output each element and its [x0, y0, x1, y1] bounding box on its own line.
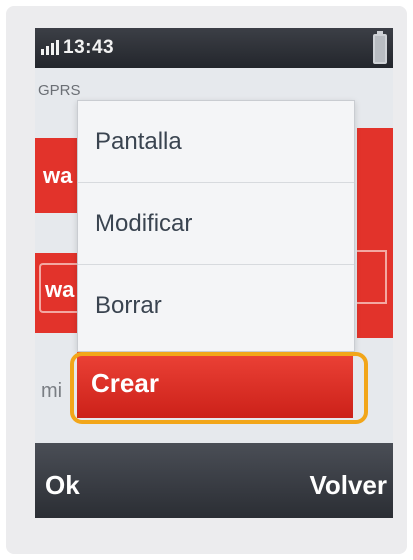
options-menu: Pantalla Modificar Borrar: [77, 100, 355, 352]
menu-item-borrar[interactable]: Borrar: [78, 265, 354, 347]
background-item-text: wa: [43, 163, 73, 188]
softkey-bar: Ok Volver: [35, 443, 393, 518]
network-label: GPRS: [38, 82, 81, 99]
selection-highlight-outline: [70, 352, 368, 424]
status-bar: 13:43: [35, 28, 393, 68]
background-list-item-right: [357, 128, 393, 338]
battery-icon: [373, 31, 387, 64]
back-softkey[interactable]: Volver: [309, 470, 387, 501]
signal-strength-icon: [41, 40, 59, 55]
background-list-item: wa: [35, 253, 83, 333]
background-list-item: wa: [35, 138, 83, 213]
background-item-text: mi: [41, 380, 63, 402]
menu-item-pantalla[interactable]: Pantalla: [78, 101, 354, 183]
background-item-field: [357, 250, 387, 304]
menu-item-modificar[interactable]: Modificar: [78, 183, 354, 265]
status-time: 13:43: [63, 37, 115, 58]
phone-screen: 13:43 GPRS wa wa mi Pantalla Modificar B…: [35, 28, 393, 518]
ok-softkey[interactable]: Ok: [45, 470, 80, 501]
